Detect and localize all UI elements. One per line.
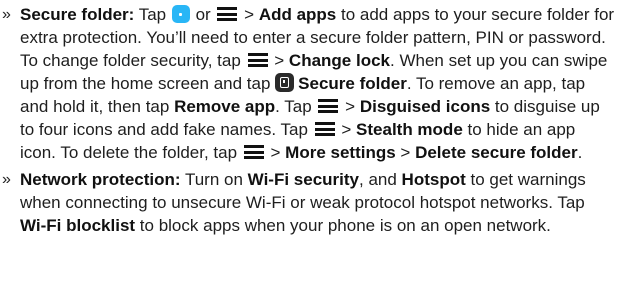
bullet-marker: »	[2, 171, 11, 188]
secure-folder-icon	[275, 73, 295, 92]
document-body: » Secure folder: Tap or > Add apps to ad…	[0, 0, 619, 237]
item-title: Network protection:	[20, 170, 181, 189]
list-item-secure-folder: » Secure folder: Tap or > Add apps to ad…	[2, 5, 615, 162]
menu-icon	[247, 53, 268, 67]
item-title: Secure folder:	[20, 5, 135, 24]
menu-icon	[217, 7, 238, 21]
list-item-network-protection: » Network protection: Turn on Wi-Fi secu…	[2, 170, 586, 235]
secure-folder-app-icon	[171, 5, 190, 23]
bullet-marker: »	[2, 6, 11, 23]
menu-icon	[314, 122, 335, 136]
menu-icon	[318, 99, 339, 113]
menu-icon	[243, 145, 264, 159]
